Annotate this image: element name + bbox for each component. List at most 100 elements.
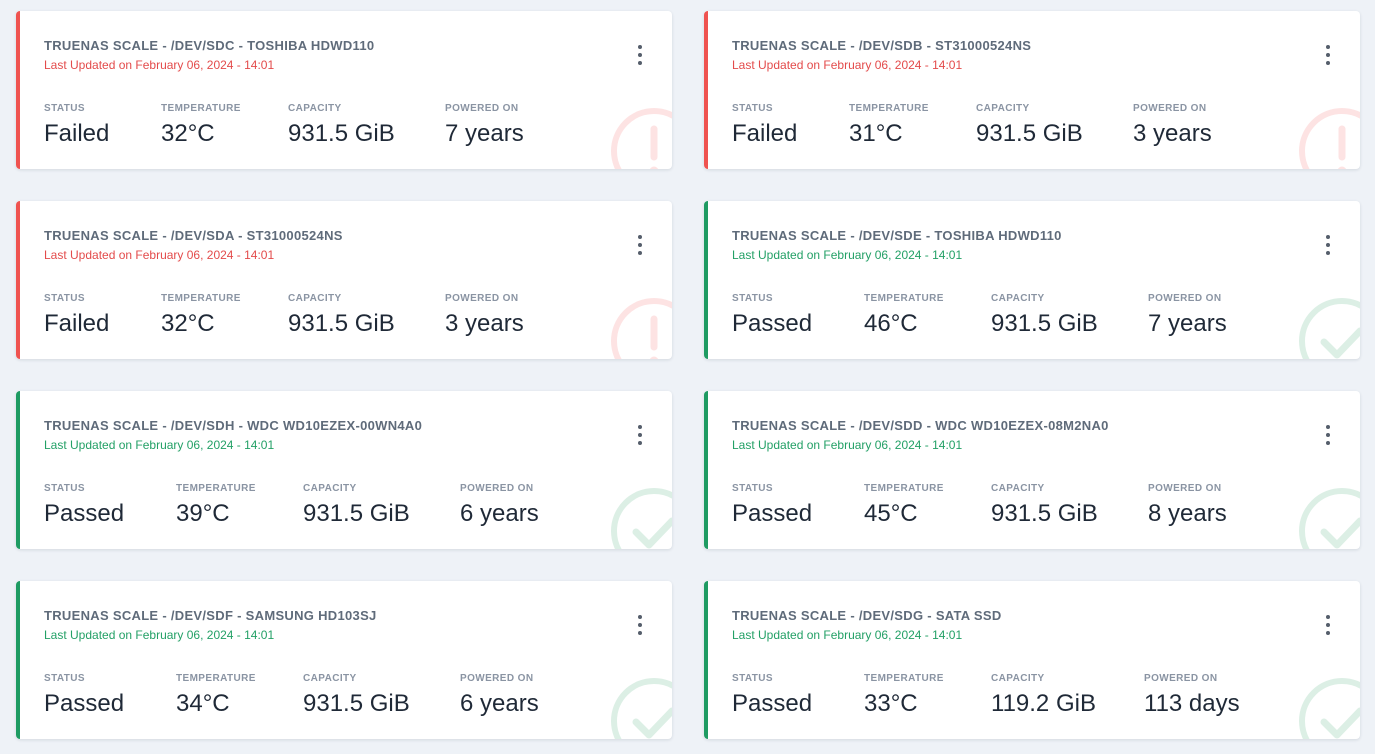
disk-card: TRUENAS SCALE - /DEV/SDF - SAMSUNG HD103… <box>16 581 672 739</box>
capacity-stat: CAPACITY 931.5 GiB <box>976 103 1083 148</box>
last-updated: Last Updated on February 06, 2024 - 14:0… <box>732 58 963 72</box>
temperature-label: TEMPERATURE <box>176 673 256 684</box>
status-stripe <box>16 201 20 359</box>
capacity-label: CAPACITY <box>288 293 342 304</box>
powered-on-label: POWERED ON <box>445 103 519 114</box>
status-stat: STATUS Failed <box>44 293 109 338</box>
temperature-value: 32°C <box>161 310 215 337</box>
more-options-icon[interactable] <box>632 235 648 255</box>
disk-title: TRUENAS SCALE - /DEV/SDC - TOSHIBA HDWD1… <box>44 38 375 53</box>
alert-icon <box>611 108 672 169</box>
temperature-label: TEMPERATURE <box>864 673 944 684</box>
capacity-label: CAPACITY <box>303 483 357 494</box>
powered-on-stat: POWERED ON 6 years <box>460 673 539 718</box>
status-stat: STATUS Passed <box>732 483 812 528</box>
more-options-icon[interactable] <box>1320 45 1336 65</box>
powered-on-value: 3 years <box>1133 120 1212 147</box>
capacity-value: 931.5 GiB <box>303 500 410 527</box>
disk-grid: TRUENAS SCALE - /DEV/SDC - TOSHIBA HDWD1… <box>0 0 1375 754</box>
powered-on-value: 8 years <box>1148 500 1227 527</box>
disk-card: TRUENAS SCALE - /DEV/SDA - ST31000524NS … <box>16 201 672 359</box>
temperature-label: TEMPERATURE <box>849 103 929 114</box>
temperature-label: TEMPERATURE <box>864 293 944 304</box>
temperature-label: TEMPERATURE <box>161 293 241 304</box>
capacity-value: 931.5 GiB <box>976 120 1083 147</box>
capacity-value: 931.5 GiB <box>991 500 1098 527</box>
check-icon <box>1299 488 1360 549</box>
last-updated: Last Updated on February 06, 2024 - 14:0… <box>44 628 275 642</box>
more-options-icon[interactable] <box>632 425 648 445</box>
disk-title: TRUENAS SCALE - /DEV/SDE - TOSHIBA HDWD1… <box>732 228 1062 243</box>
alert-icon <box>611 298 672 359</box>
status-stripe <box>16 391 20 549</box>
powered-on-stat: POWERED ON 6 years <box>460 483 539 528</box>
more-options-icon[interactable] <box>1320 615 1336 635</box>
powered-on-label: POWERED ON <box>1144 673 1218 684</box>
status-stripe <box>16 581 20 739</box>
capacity-stat: CAPACITY 931.5 GiB <box>303 483 410 528</box>
status-stat: STATUS Failed <box>732 103 797 148</box>
temperature-value: 33°C <box>864 690 918 717</box>
temperature-value: 39°C <box>176 500 230 527</box>
more-options-icon[interactable] <box>1320 425 1336 445</box>
temperature-stat: TEMPERATURE 34°C <box>176 673 256 718</box>
status-stat: STATUS Passed <box>732 673 812 718</box>
disk-card: TRUENAS SCALE - /DEV/SDG - SATA SSD Last… <box>704 581 1360 739</box>
disk-card: TRUENAS SCALE - /DEV/SDH - WDC WD10EZEX-… <box>16 391 672 549</box>
disk-card: TRUENAS SCALE - /DEV/SDD - WDC WD10EZEX-… <box>704 391 1360 549</box>
status-stat: STATUS Passed <box>732 293 812 338</box>
status-value: Passed <box>732 310 813 337</box>
status-label: STATUS <box>732 673 773 684</box>
capacity-value: 931.5 GiB <box>991 310 1098 337</box>
more-options-icon[interactable] <box>632 615 648 635</box>
capacity-stat: CAPACITY 931.5 GiB <box>991 483 1098 528</box>
status-label: STATUS <box>732 293 773 304</box>
more-options-icon[interactable] <box>632 45 648 65</box>
disk-card: TRUENAS SCALE - /DEV/SDE - TOSHIBA HDWD1… <box>704 201 1360 359</box>
status-value: Failed <box>44 310 110 337</box>
status-value: Passed <box>44 500 125 527</box>
status-stat: STATUS Failed <box>44 103 109 148</box>
capacity-value: 931.5 GiB <box>288 120 395 147</box>
disk-title: TRUENAS SCALE - /DEV/SDG - SATA SSD <box>732 608 1002 623</box>
capacity-stat: CAPACITY 931.5 GiB <box>288 293 395 338</box>
powered-on-label: POWERED ON <box>460 483 534 494</box>
capacity-label: CAPACITY <box>991 673 1045 684</box>
temperature-value: 31°C <box>849 120 903 147</box>
disk-title: TRUENAS SCALE - /DEV/SDF - SAMSUNG HD103… <box>44 608 377 623</box>
last-updated: Last Updated on February 06, 2024 - 14:0… <box>44 248 275 262</box>
temperature-label: TEMPERATURE <box>864 483 944 494</box>
powered-on-label: POWERED ON <box>1133 103 1207 114</box>
capacity-label: CAPACITY <box>991 483 1045 494</box>
status-stripe <box>704 391 708 549</box>
capacity-label: CAPACITY <box>991 293 1045 304</box>
alert-icon <box>1299 108 1360 169</box>
status-value: Failed <box>44 120 110 147</box>
powered-on-value: 113 days <box>1144 690 1240 717</box>
capacity-label: CAPACITY <box>303 673 357 684</box>
status-stripe <box>704 11 708 169</box>
powered-on-value: 6 years <box>460 690 539 717</box>
status-value: Passed <box>44 690 125 717</box>
temperature-value: 46°C <box>864 310 918 337</box>
capacity-label: CAPACITY <box>288 103 342 114</box>
powered-on-label: POWERED ON <box>1148 483 1222 494</box>
temperature-value: 45°C <box>864 500 918 527</box>
more-options-icon[interactable] <box>1320 235 1336 255</box>
powered-on-stat: POWERED ON 3 years <box>1133 103 1212 148</box>
last-updated: Last Updated on February 06, 2024 - 14:0… <box>732 248 963 262</box>
powered-on-value: 3 years <box>445 310 524 337</box>
check-icon <box>611 488 672 549</box>
capacity-value: 931.5 GiB <box>303 690 410 717</box>
temperature-value: 34°C <box>176 690 230 717</box>
status-stat: STATUS Passed <box>44 673 124 718</box>
status-value: Passed <box>732 500 813 527</box>
powered-on-label: POWERED ON <box>460 673 534 684</box>
disk-title: TRUENAS SCALE - /DEV/SDA - ST31000524NS <box>44 228 343 243</box>
status-label: STATUS <box>44 293 85 304</box>
powered-on-value: 7 years <box>445 120 524 147</box>
status-label: STATUS <box>44 483 85 494</box>
capacity-stat: CAPACITY 931.5 GiB <box>303 673 410 718</box>
status-stat: STATUS Passed <box>44 483 124 528</box>
disk-title: TRUENAS SCALE - /DEV/SDB - ST31000524NS <box>732 38 1032 53</box>
